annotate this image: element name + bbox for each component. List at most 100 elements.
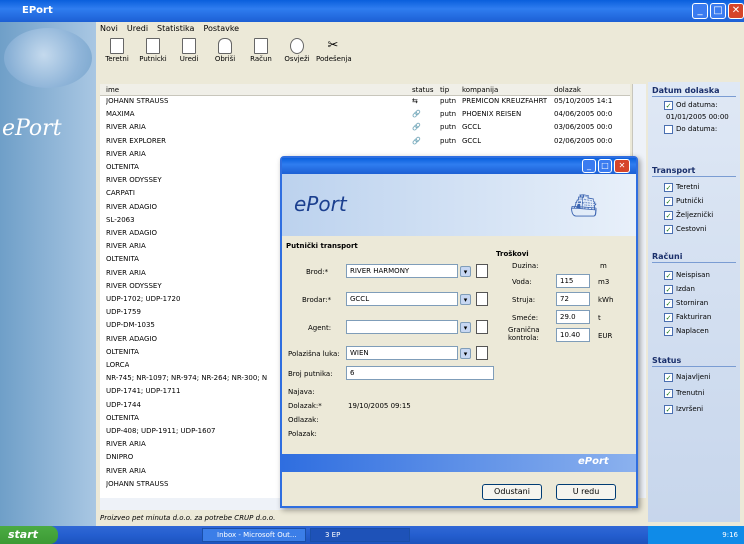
table-row[interactable]: MAXIMA 🔗 putn PHOENIX REISEN 04/06/2005 00:0 (100, 109, 630, 121)
luka-label: Polazišna luka: (288, 350, 340, 358)
eport-logo: ePort (2, 116, 62, 141)
cell-name: OLTENITA (106, 347, 139, 356)
brodar-dropdown-button[interactable]: ▾ (460, 294, 471, 305)
col-ime[interactable]: ime (106, 84, 119, 96)
col-status[interactable]: status (412, 84, 434, 96)
izvrseni-checkbox[interactable]: ✓ Izvršeni (664, 404, 703, 414)
podesenja-button[interactable]: ✂ Podešenja (316, 36, 352, 63)
agent-dropdown-button[interactable]: ▾ (460, 322, 471, 333)
putnika-field[interactable]: 6 (346, 366, 494, 380)
dialog-close-button[interactable]: ✕ (614, 159, 630, 173)
teretni-button[interactable]: Teretni (100, 36, 134, 63)
brod-label: Brod:* (306, 268, 329, 276)
trenutni-checkbox[interactable]: ✓ Trenutni (664, 388, 704, 398)
status-title: Status (652, 356, 682, 365)
cell-name: UDP-1741; UDP-1711 (106, 387, 181, 396)
putnicki-button[interactable]: Putnicki (136, 36, 170, 63)
cestovni-checkbox[interactable]: ✓ Cestovni (664, 224, 706, 234)
dolazak-value[interactable]: 19/10/2005 09:15 (348, 402, 411, 410)
odustani-button[interactable]: Odustani (482, 484, 542, 500)
cell-tip: putn (440, 97, 457, 105)
agent-label: Agent: (308, 324, 332, 332)
luka-new-button[interactable] (476, 346, 488, 360)
cell-status: 🔗 (412, 110, 421, 119)
izdan-checkbox[interactable]: ✓ Izdan (664, 284, 695, 294)
cell-dolazak: 04/06/2005 00:0 (554, 110, 613, 119)
smece-label: Smeće: (512, 314, 539, 322)
dialog-banner: ePort ⛴ (282, 174, 636, 236)
divider (652, 366, 736, 367)
neispisan-checkbox[interactable]: ✓ Neispisan (664, 270, 710, 280)
fakturiran-checkbox[interactable]: ✓ Fakturiran (664, 312, 711, 322)
menu-novi[interactable]: Novi (100, 24, 118, 33)
main-window: EPort _ □ ✕ ePort Novi Uredi Statistika Pos… (0, 0, 744, 528)
cell-name: RIVER ODYSSEY (106, 176, 162, 185)
menu-postavke[interactable]: Postavke (203, 24, 239, 33)
struja-field[interactable]: 72 (556, 292, 590, 306)
dialog-maximize-button[interactable]: □ (598, 159, 612, 173)
u-redu-button[interactable]: U redu (556, 484, 616, 500)
cell-name: UDP-1744 (106, 400, 141, 409)
od-datuma-checkbox[interactable]: ✓ Od datuma: (664, 100, 718, 110)
dialog-footer-band: ePort (282, 454, 636, 472)
naplacen-checkbox[interactable]: ✓ Naplacen (664, 326, 709, 336)
duzina-unit: m (600, 262, 607, 270)
cell-name: UDP-1702; UDP-1720 (106, 295, 181, 303)
divider (652, 262, 736, 263)
cell-name: UDP-DM-1035 (106, 321, 155, 330)
window-title: EPort (22, 5, 53, 16)
brodar-field[interactable]: GCCL (346, 292, 458, 306)
uredi-button[interactable]: Uredi (172, 36, 206, 63)
col-dolazak[interactable]: dolazak (554, 84, 581, 96)
filter-panel: Datum dolaska ✓ Od datuma: 01/01/2005 00:… (648, 82, 740, 522)
cell-tip: putn (440, 110, 457, 119)
col-kompanija[interactable]: kompanija (462, 84, 498, 96)
datum-title: Datum dolaska (652, 86, 720, 95)
cell-dolazak: 05/10/2005 14:1 (554, 97, 613, 105)
table-row[interactable]: JOHANN STRAUSS ⇆ putn PREMICON KREUZFAHRT 05… (100, 96, 630, 108)
smece-field[interactable]: 29.0 (556, 310, 590, 324)
brod-field[interactable]: RIVER HARMONY (346, 264, 458, 278)
luka-dropdown-button[interactable]: ▾ (460, 348, 471, 359)
menu-uredi[interactable]: Uredi (127, 24, 148, 33)
taskbar-eport[interactable]: 3 EP (310, 528, 410, 542)
najavljeni-checkbox[interactable]: ✓ Najavljeni (664, 372, 710, 382)
granicna-field[interactable]: 10.40 (556, 328, 590, 342)
invoice-icon (254, 38, 268, 54)
document-icon (146, 38, 160, 54)
close-button[interactable]: ✕ (728, 3, 744, 19)
agent-new-button[interactable] (476, 320, 488, 334)
luka-field[interactable]: WIEN (346, 346, 458, 360)
storniran-checkbox[interactable]: ✓ Storniran (664, 298, 708, 308)
col-tip[interactable]: tip (440, 84, 449, 96)
do-datuma-checkbox[interactable]: Do datuma: (664, 124, 717, 134)
putnicki-checkbox[interactable]: ✓ Putnički (664, 196, 704, 206)
cell-tip: putn (440, 123, 457, 132)
maximize-button[interactable]: □ (710, 3, 726, 19)
cell-name: MAXIMA (106, 110, 135, 119)
brod-dropdown-button[interactable]: ▾ (460, 266, 471, 277)
brodar-new-button[interactable] (476, 292, 488, 306)
od-datuma-value[interactable]: 01/01/2005 00:00 (666, 112, 729, 122)
dialog-minimize-button[interactable]: _ (582, 159, 596, 173)
voda-field[interactable]: 115 (556, 274, 590, 288)
agent-field[interactable] (346, 320, 458, 334)
table-row[interactable]: RIVER EXPLORER 🔗 putn GCCL 02/06/2005 00:0 (100, 136, 630, 148)
menu-statistika[interactable]: Statistika (157, 24, 194, 33)
zeljeznicki-checkbox[interactable]: ✓ Željeznički (664, 210, 713, 220)
cell-name: OLTENITA (106, 163, 139, 171)
brod-new-button[interactable] (476, 264, 488, 278)
obrisi-button[interactable]: Obriši (208, 36, 242, 63)
table-row[interactable]: RIVER ARIA 🔗 putn GCCL 03/06/2005 00:0 (100, 122, 630, 134)
brodar-label: Brodar:* (302, 296, 332, 304)
teretni-checkbox[interactable]: ✓ Teretni (664, 182, 700, 192)
taskbar-outlook[interactable]: Inbox - Microsoft Out... (202, 528, 306, 542)
osvjezi-button[interactable]: Osvježi (280, 36, 314, 63)
cell-kompanija: GCCL (462, 136, 482, 145)
tools-icon: ✂ (327, 38, 339, 53)
cell-name: RIVER ARIA (106, 440, 146, 449)
start-button[interactable]: start (0, 526, 58, 544)
minimize-button[interactable]: _ (692, 3, 708, 19)
cell-name: OLTENITA (106, 255, 139, 264)
racun-button[interactable]: Račun (244, 36, 278, 63)
